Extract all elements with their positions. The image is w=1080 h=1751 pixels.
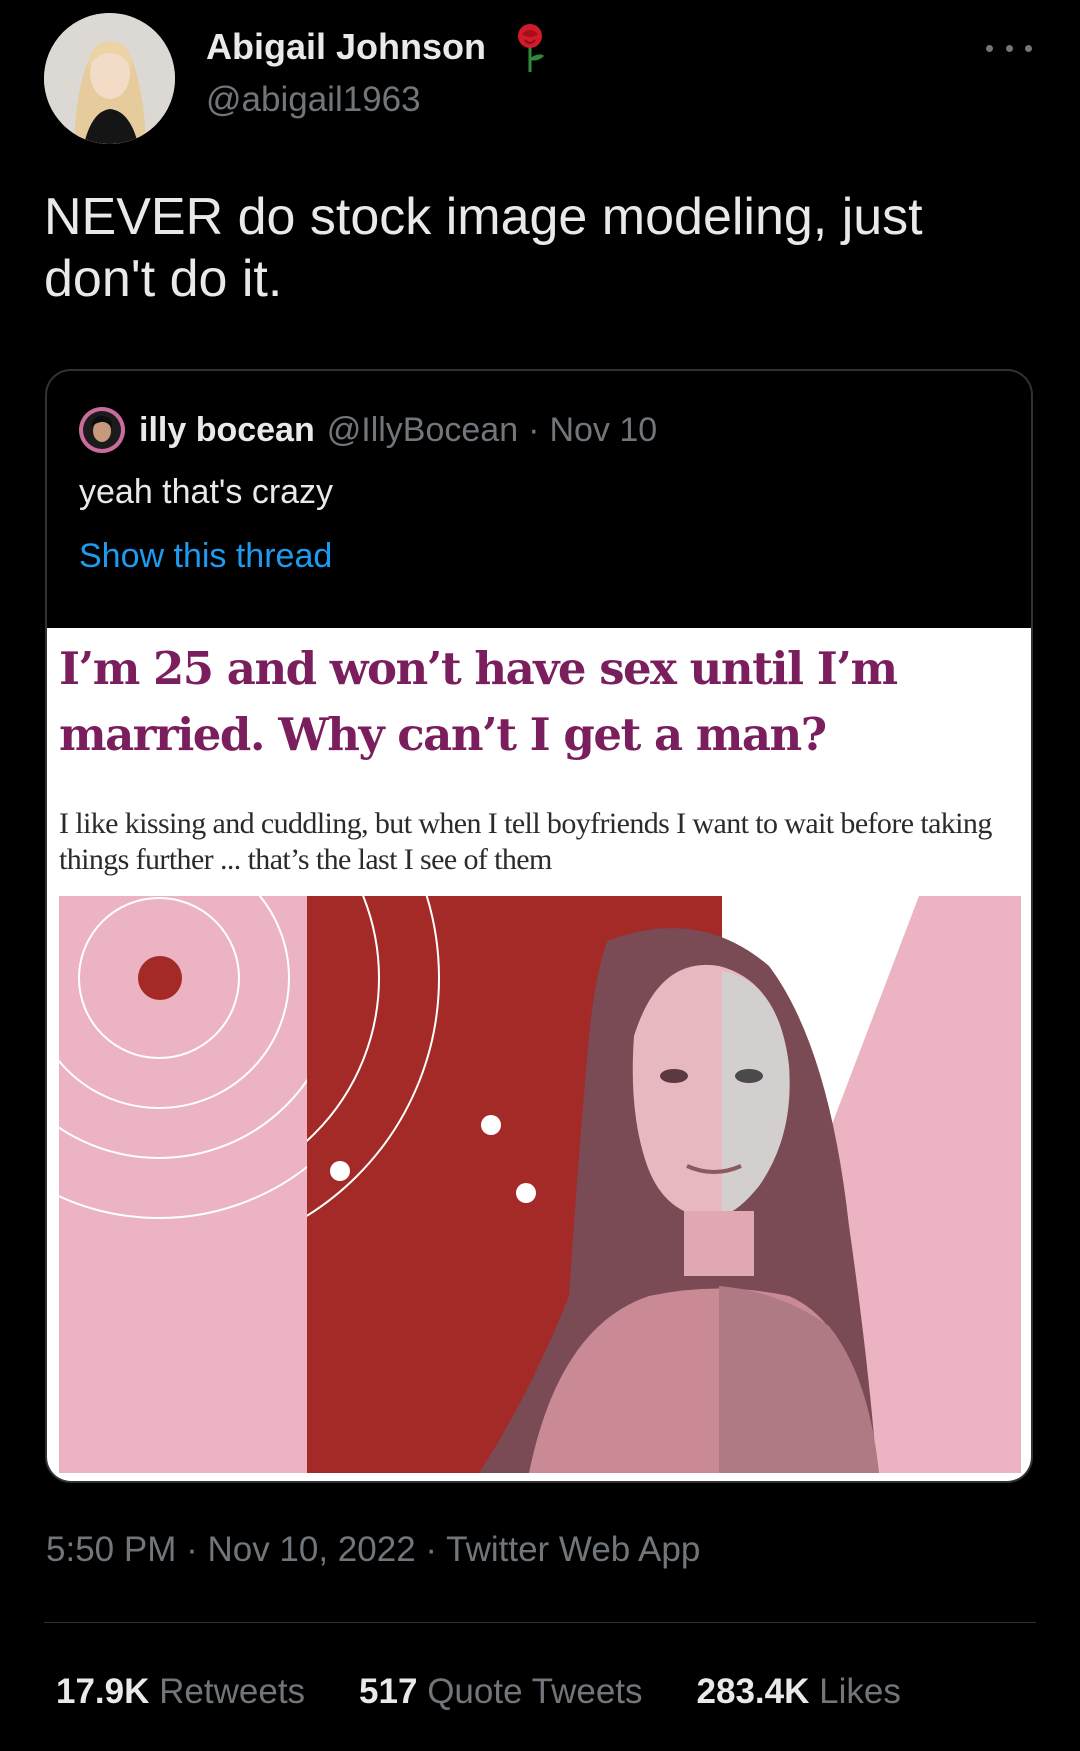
more-options-icon[interactable]	[986, 30, 1032, 66]
retweets-count: 17.9K	[56, 1672, 150, 1711]
quoted-author-avatar[interactable]	[79, 407, 125, 453]
tweet-timestamp-source[interactable]: 5:50 PM · Nov 10, 2022 · Twitter Web App	[46, 1530, 700, 1570]
quote-tweets-stat[interactable]: 517 Quote Tweets	[359, 1672, 642, 1712]
author-avatar[interactable]	[44, 13, 175, 144]
quote-tweets-count: 517	[359, 1672, 418, 1711]
article-standfirst: I like kissing and cuddling, but when I …	[59, 807, 992, 876]
author-name[interactable]: Abigail Johnson	[206, 26, 486, 68]
likes-label: Likes	[819, 1672, 901, 1711]
quoted-author-name[interactable]: illy bocean	[139, 411, 315, 450]
retweets-label: Retweets	[159, 1672, 306, 1711]
quoted-tweet-date[interactable]: Nov 10	[549, 411, 657, 450]
retweets-stat[interactable]: 17.9K Retweets	[56, 1672, 305, 1712]
rose-icon	[518, 24, 544, 72]
quoted-author-handle[interactable]: @IllyBocean	[327, 411, 518, 450]
article-screenshot-image[interactable]: I’m 25 and won’t have sex until I’m marr…	[47, 628, 1031, 1481]
show-thread-link[interactable]: Show this thread	[79, 537, 332, 576]
author-handle[interactable]: @abigail1963	[206, 80, 421, 120]
article-illustration	[59, 896, 1021, 1473]
quoted-tweet-header: illy bocean @IllyBocean · Nov 10	[79, 407, 657, 453]
quoted-tweet-text: yeah that's crazy	[79, 473, 334, 511]
quoted-tweet-card[interactable]: illy bocean @IllyBocean · Nov 10 yeah th…	[45, 369, 1033, 1483]
tweet-text: NEVER do stock image modeling, just don'…	[44, 188, 923, 309]
tweet-stats: 17.9K Retweets 517 Quote Tweets 283.4K L…	[56, 1672, 955, 1712]
likes-stat[interactable]: 283.4K Likes	[697, 1672, 901, 1712]
likes-count: 283.4K	[696, 1672, 810, 1711]
article-headline: I’m 25 and won’t have sex until I’m marr…	[59, 642, 898, 761]
divider	[44, 1622, 1036, 1623]
separator-dot: ·	[528, 410, 540, 449]
quote-tweets-label: Quote Tweets	[427, 1672, 643, 1711]
